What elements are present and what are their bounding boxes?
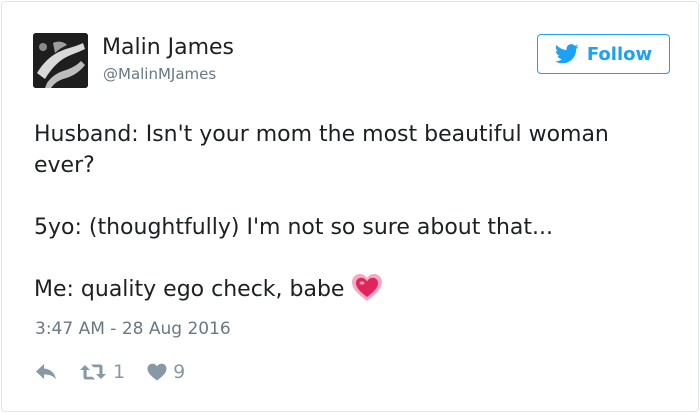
tweet-timestamp[interactable]: 3:47 AM - 28 Aug 2016 (35, 319, 231, 339)
twitter-bird-icon (554, 44, 579, 64)
avatar[interactable] (33, 33, 88, 88)
heart-icon (147, 363, 167, 381)
author-handle[interactable]: @MalinMJames (103, 65, 216, 83)
retweet-count: 1 (113, 361, 126, 383)
like-button[interactable]: 9 (147, 361, 185, 383)
avatar-image (33, 33, 88, 88)
tweet-text: Husband: Isn't your mom the most beautif… (34, 119, 684, 305)
tweet-line: Husband: Isn't your mom the most beautif… (34, 122, 609, 147)
retweet-icon (80, 364, 106, 380)
follow-button-label: Follow (586, 43, 653, 65)
tweet-line: 5yo: (thoughtfully) I'm not so sure abou… (34, 215, 553, 240)
tweet-line: ever? (34, 153, 95, 178)
like-count: 9 (173, 361, 186, 383)
sparkling-heart-icon (352, 274, 383, 301)
retweet-button[interactable]: 1 (79, 361, 125, 383)
tweet-actions: 1 9 (35, 359, 185, 385)
follow-button[interactable]: Follow (537, 34, 670, 74)
tweet-last-line: Me: quality ego check, babe (34, 274, 684, 305)
reply-icon (36, 364, 56, 380)
tweet-line: Me: quality ego check, babe (34, 277, 345, 302)
tweet-card: Malin James @MalinMJames Follow Husband:… (1, 1, 699, 412)
author-display-name[interactable]: Malin James (102, 35, 234, 60)
reply-button[interactable] (35, 363, 57, 381)
